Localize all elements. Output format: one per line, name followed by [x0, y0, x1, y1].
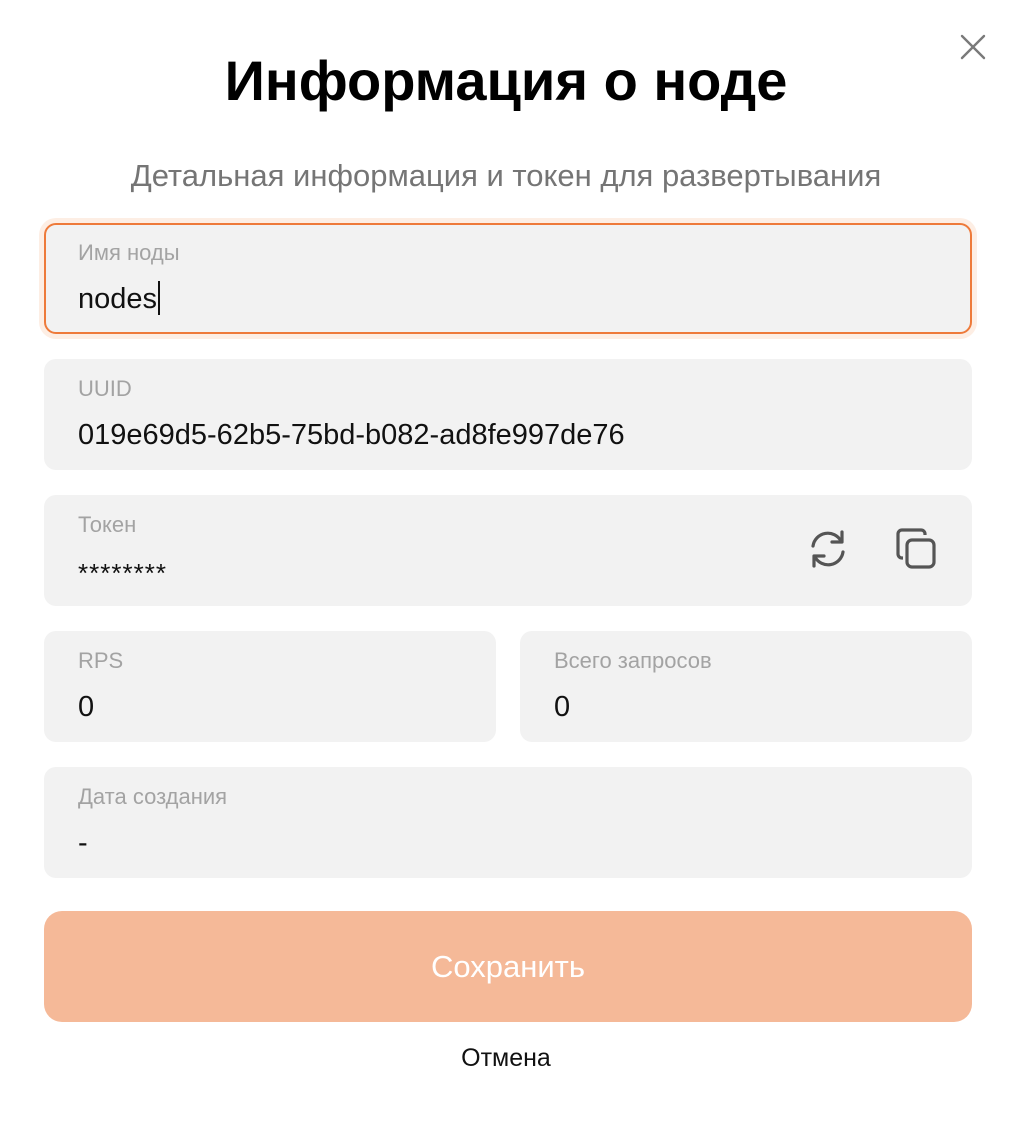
uuid-label: UUID — [78, 376, 132, 401]
text-caret — [158, 281, 161, 316]
token-value: ******** — [78, 558, 167, 588]
node-name-label: Имя ноды — [78, 240, 180, 265]
total-requests-label: Всего запросов — [554, 648, 712, 673]
total-requests-field: Всего запросов 0 — [520, 631, 972, 742]
regenerate-token-button[interactable] — [804, 525, 852, 573]
total-requests-value: 0 — [554, 691, 571, 723]
token-label: Токен — [78, 512, 137, 537]
node-name-value: nodes — [78, 283, 158, 315]
copy-token-button[interactable] — [892, 525, 940, 573]
node-name-input[interactable]: nodes — [78, 281, 161, 317]
rps-field: RPS 0 — [44, 631, 496, 742]
uuid-value: 019e69d5-62b5-75bd-b082-ad8fe997de76 — [78, 419, 625, 451]
created-date-label: Дата создания — [78, 784, 228, 809]
token-field: Токен ******** — [44, 495, 972, 606]
refresh-icon — [811, 530, 845, 568]
rps-value: 0 — [78, 691, 95, 723]
dialog-subtitle: Детальная информация и токен для разверт… — [130, 158, 882, 193]
node-name-field[interactable]: Имя ноды nodes — [44, 223, 972, 334]
created-date-field: Дата создания - — [44, 767, 972, 878]
node-info-dialog: Информация о ноде Детальная информация и… — [0, 0, 1012, 1132]
uuid-field: UUID 019e69d5-62b5-75bd-b082-ad8fe997de7… — [44, 359, 972, 470]
save-button[interactable]: Сохранить — [44, 911, 972, 1022]
cancel-button[interactable]: Отмена — [0, 1042, 1012, 1074]
dialog-title: Информация о ноде — [224, 49, 788, 112]
created-date-value: - — [78, 827, 88, 859]
copy-icon — [896, 528, 936, 569]
rps-label: RPS — [78, 648, 124, 673]
